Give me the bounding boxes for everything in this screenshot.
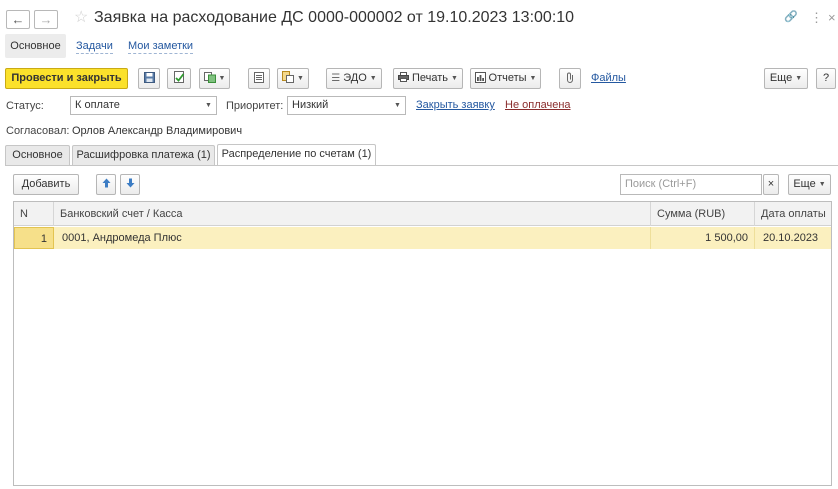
column-header-account[interactable]: Банковский счет / Касса [54,202,651,226]
nav-my-notes[interactable]: Мои заметки [128,40,194,54]
table-more-button[interactable]: Еще ▼ [788,174,831,195]
chevron-down-icon: ▼ [297,75,304,82]
create-based-on-icon [203,71,216,86]
forward-button[interactable]: → [34,10,58,29]
save-icon [143,71,155,86]
close-icon[interactable]: × [828,10,836,25]
move-up-button[interactable] [96,174,116,195]
more-label: Еще [769,72,793,84]
not-paid-link[interactable]: Не оплачена [505,99,571,111]
row-sum: 1 500,00 [651,227,755,249]
status-dropdown-button[interactable]: ▼ [201,96,217,115]
chevron-down-icon: ▼ [369,75,377,82]
post-button[interactable] [167,68,191,89]
chevron-down-icon: ▼ [451,75,458,82]
close-request-link[interactable]: Закрыть заявку [416,99,495,111]
column-header-sum[interactable]: Сумма (RUB) [651,202,755,226]
add-button[interactable]: Добавить [13,174,79,195]
row-payment-date: 20.10.2023 [763,232,819,244]
status-label: Статус: [6,100,44,112]
post-document-icon [173,71,185,86]
arrow-up-icon [102,178,111,191]
tab-payment-details[interactable]: Расшифровка платежа (1) [72,145,215,165]
page-title: Заявка на расходование ДС 0000-000002 от… [94,9,575,26]
edo-icon: ☰ [331,72,341,84]
table-row[interactable]: 1 0001, Андромеда Плюс 1 500,00 20.10.20… [14,227,831,249]
list-icon [254,71,264,86]
distribution-table: N Банковский счет / Касса Сумма (RUB) Да… [13,201,832,486]
print-label: Печать [412,72,449,84]
priority-dropdown-button[interactable]: ▼ [390,96,406,115]
edo-label: ЭДО [343,72,367,84]
status-field[interactable]: К оплате [70,96,202,115]
chevron-down-icon: ▼ [529,75,537,82]
column-header-payment-date[interactable]: Дата оплаты [755,202,831,226]
priority-field[interactable]: Низкий [287,96,391,115]
approved-by-value: Орлов Александр Владимирович [72,125,243,137]
chevron-down-icon: ▼ [795,75,803,82]
column-header-n[interactable]: N [14,202,54,226]
document-list-button[interactable] [248,68,270,89]
tab-main[interactable]: Основное [5,145,70,165]
structure-button[interactable]: ▼ [277,68,309,89]
chevron-down-icon: ▼ [818,181,826,188]
approved-by-label: Согласовал: [6,125,70,137]
structure-icon [282,71,295,86]
move-down-button[interactable] [120,174,140,195]
attach-file-button[interactable] [559,68,581,89]
search-input[interactable]: Поиск (Ctrl+F) [620,174,762,195]
create-based-on-button[interactable]: ▼ [199,68,230,89]
reports-label: Отчеты [488,72,527,84]
clear-icon: × [767,178,775,190]
files-link[interactable]: Файлы [591,72,626,84]
print-button[interactable]: Печать ▼ [393,68,463,89]
tab-divider [5,165,838,166]
chevron-down-icon: ▼ [218,75,226,82]
priority-label: Приоритет: [226,100,284,112]
table-more-label: Еще [793,178,816,190]
tab-distribution-by-accounts[interactable]: Распределение по счетам (1) [217,144,376,166]
paperclip-icon [566,72,575,86]
edo-button[interactable]: ☰ ЭДО ▼ [326,68,382,89]
row-account: 0001, Андромеда Плюс [54,227,651,249]
arrow-down-icon [126,178,135,191]
table-header: N Банковский счет / Касса Сумма (RUB) Да… [14,202,831,226]
post-and-close-button[interactable]: Провести и закрыть [5,68,128,89]
chevron-down-icon: ▼ [205,102,212,109]
link-icon[interactable]: 🔗 [784,10,798,23]
nav-tasks[interactable]: Задачи [76,40,113,54]
search-clear-button[interactable]: × [763,174,779,195]
back-button[interactable]: ← [6,10,30,29]
more-button[interactable]: Еще ▼ [764,68,808,89]
chevron-down-icon: ▼ [394,102,401,109]
row-number: 1 [14,227,54,249]
more-menu-icon[interactable]: ⋮ [810,10,823,26]
reports-icon [474,71,486,86]
reports-button[interactable]: Отчеты ▼ [470,68,541,89]
help-button[interactable]: ? [816,68,836,89]
save-button[interactable] [138,68,160,89]
favorite-star-icon[interactable]: ☆ [74,9,88,27]
nav-main[interactable]: Основное [5,34,66,58]
printer-icon [398,72,409,85]
